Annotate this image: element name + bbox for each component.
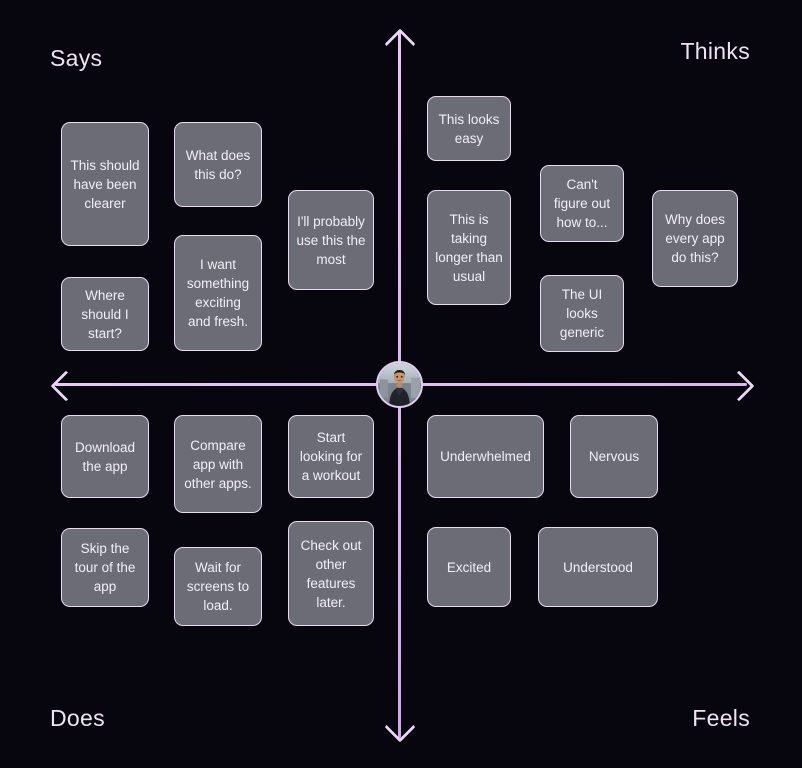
arrow-left-icon [50, 370, 82, 402]
empathy-map-board: Says Thinks Does Feels This should have … [0, 0, 802, 768]
sticky-note[interactable]: Compare app with other apps. [174, 415, 262, 513]
arrow-down-icon [384, 711, 416, 743]
sticky-note[interactable]: What does this do? [174, 122, 262, 207]
sticky-note[interactable]: I want something exciting and fresh. [174, 235, 262, 351]
sticky-note[interactable]: This should have been clearer [61, 122, 149, 246]
quadrant-title-thinks: Thinks [680, 38, 750, 64]
sticky-note[interactable]: Why does every app do this? [652, 190, 738, 287]
sticky-note[interactable]: Can't figure out how to... [540, 165, 624, 242]
sticky-note[interactable]: I'll probably use this the most [288, 190, 374, 290]
avatar-photo-icon [378, 363, 421, 406]
quadrant-title-says: Says [50, 45, 103, 71]
quadrant-title-does: Does [50, 705, 105, 731]
sticky-note[interactable]: Check out other features later. [288, 521, 374, 626]
sticky-note[interactable]: This looks easy [427, 96, 511, 161]
sticky-note[interactable]: Start looking for a workout [288, 415, 374, 498]
sticky-note[interactable]: Where should I start? [61, 277, 149, 351]
sticky-note[interactable]: Underwhelmed [427, 415, 544, 498]
sticky-note[interactable]: Nervous [570, 415, 658, 498]
arrow-up-icon [384, 28, 416, 60]
quadrant-title-feels: Feels [692, 705, 750, 731]
sticky-note[interactable]: The UI looks generic [540, 275, 624, 352]
sticky-note[interactable]: Skip the tour of the app [61, 528, 149, 607]
sticky-note[interactable]: Understood [538, 527, 658, 607]
sticky-note[interactable]: Excited [427, 527, 511, 607]
sticky-note[interactable]: Download the app [61, 415, 149, 498]
arrow-right-icon [723, 370, 755, 402]
sticky-note[interactable]: Wait for screens to load. [174, 547, 262, 626]
sticky-note[interactable]: This is taking longer than usual [427, 190, 511, 305]
persona-avatar [376, 361, 423, 408]
